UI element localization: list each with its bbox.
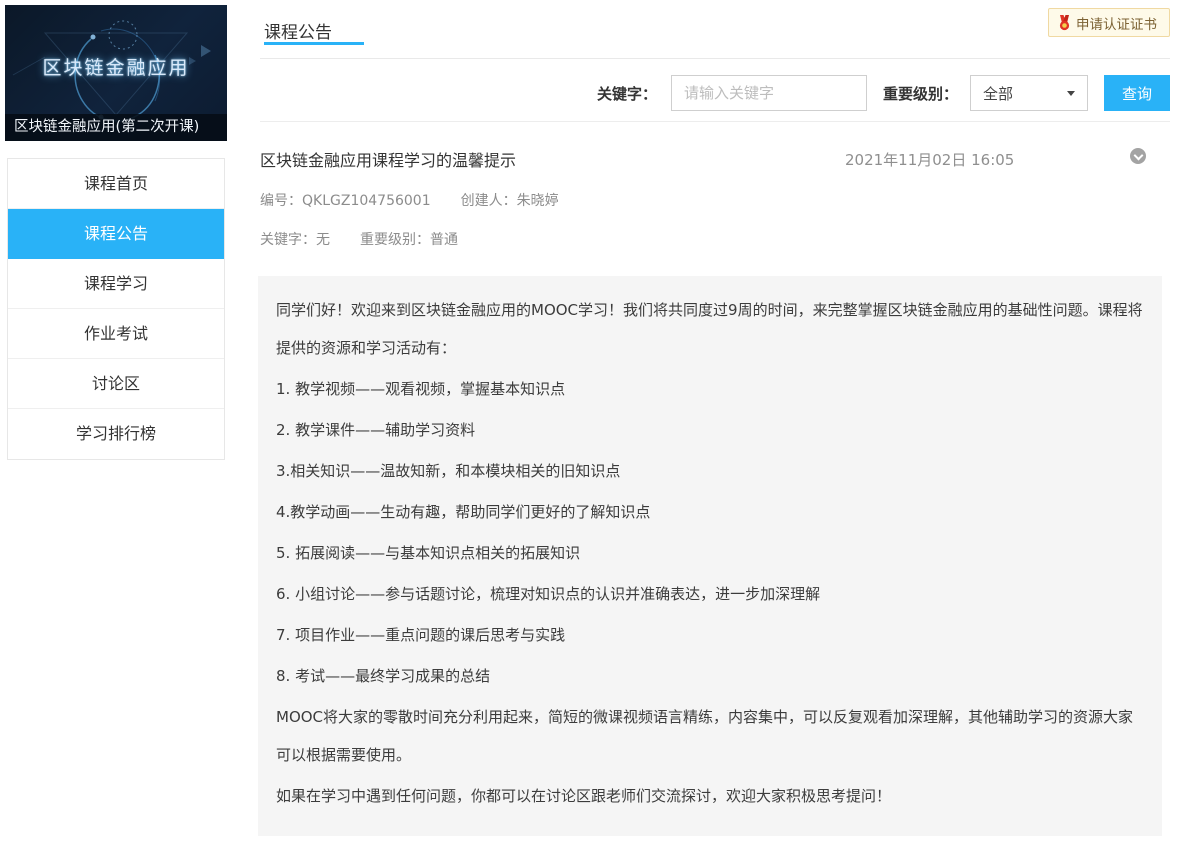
announcement-paragraph: 6. 小组讨论——参与话题讨论，梳理对知识点的认识并准确表达，进一步加深理解 [276, 585, 821, 603]
announcement-paragraph: 如果在学习中遇到任何问题，你都可以在讨论区跟老师们交流探讨，欢迎大家积极思考提问… [276, 787, 892, 805]
announcement-paragraph: 8. 考试——最终学习成果的总结 [276, 667, 491, 685]
main-content: 课程公告 申请认证证书 关键字： 重要级别： 全部 查询 区块链金融应用课程学习… [258, 0, 1170, 836]
medal-icon [1059, 14, 1070, 30]
creator-label: 创建人： [460, 193, 517, 209]
announcement-paragraph: 同学们好！欢迎来到区块链金融应用的MOOC学习！我们将共同度过9周的时间，来完整… [276, 301, 1143, 357]
announcement-creator: 朱晓婷 [516, 193, 559, 209]
sidebar-item-course-home[interactable]: 课程首页 [8, 159, 224, 209]
announcement-filter-bar: 关键字： 重要级别： 全部 查询 [260, 75, 1170, 111]
announcement-paragraph: 1. 教学视频——观看视频，掌握基本知识点 [276, 380, 566, 398]
importance-level-label: 重要级别： [882, 84, 958, 103]
divider [260, 121, 1170, 122]
banner-caption: 区块链金融应用(第二次开课) [5, 114, 227, 141]
keyword-input[interactable] [670, 75, 867, 111]
banner-title: 区块链金融应用 [42, 57, 190, 79]
importance-level-select[interactable]: 全部 [970, 75, 1088, 111]
announcement-paragraph: 4.教学动画——生动有趣，帮助同学们更好的了解知识点 [276, 503, 651, 521]
query-button[interactable]: 查询 [1104, 75, 1170, 111]
chevron-down-icon [1067, 90, 1075, 96]
tab-announcements-label: 课程公告 [264, 23, 332, 43]
importance-level-value: 全部 [983, 84, 1014, 103]
announcement-date: 2021年11月02日 16:05 [845, 150, 1015, 169]
announcement-title: 区块链金融应用课程学习的温馨提示 [260, 151, 517, 170]
announcement-meta-row2: 关键字：无 重要级别：普通 [260, 229, 1170, 249]
tab-active-underline [264, 42, 364, 45]
number-label: 编号： [260, 193, 302, 209]
meta-level-label: 重要级别： [360, 232, 430, 248]
sidebar-item-announcements[interactable]: 课程公告 [8, 209, 224, 259]
sidebar-item-course-learning[interactable]: 课程学习 [8, 259, 224, 309]
announcement-paragraph: 3.相关知识——温故知新，和本模块相关的旧知识点 [276, 462, 621, 480]
meta-keyword-label: 关键字： [260, 232, 316, 248]
announcement-paragraph: 7. 项目作业——重点问题的课后思考与实践 [276, 626, 566, 644]
sidebar-item-discussion[interactable]: 讨论区 [8, 359, 224, 409]
announcement-number: QKLGZ104756001 [302, 193, 431, 209]
announcement-paragraph: 5. 拓展阅读——与基本知识点相关的拓展知识 [276, 544, 581, 562]
announcement-paragraph: 2. 教学课件——辅助学习资料 [276, 421, 476, 439]
tab-announcements[interactable]: 课程公告 [264, 18, 364, 45]
collapse-announcement-icon[interactable] [1130, 148, 1146, 164]
announcement-paragraph: MOOC将大家的零散时间充分利用起来，简短的微课视频语言精练，内容集中，可以反复… [276, 708, 1134, 764]
course-nav: 课程首页 课程公告 课程学习 作业考试 讨论区 学习排行榜 [7, 158, 225, 460]
sidebar-item-homework-exam[interactable]: 作业考试 [8, 309, 224, 359]
sidebar-item-leaderboard[interactable]: 学习排行榜 [8, 409, 224, 459]
announcement-meta-row1: 编号：QKLGZ104756001 创建人：朱晓婷 [260, 190, 1170, 210]
announcement-body: 同学们好！欢迎来到区块链金融应用的MOOC学习！我们将共同度过9周的时间，来完整… [258, 276, 1162, 836]
apply-certificate-button[interactable]: 申请认证证书 [1048, 8, 1170, 37]
keyword-label: 关键字： [596, 84, 657, 103]
announcement-keyword: 无 [316, 232, 330, 248]
tab-bar: 课程公告 申请认证证书 [260, 0, 1170, 59]
course-banner: 区块链金融应用 区块链金融应用(第二次开课) [5, 5, 227, 141]
announcement-header: 区块链金融应用课程学习的温馨提示 2021年11月02日 16:05 [260, 147, 1170, 171]
apply-certificate-label: 申请认证证书 [1076, 16, 1157, 33]
announcement-level: 普通 [430, 232, 458, 248]
